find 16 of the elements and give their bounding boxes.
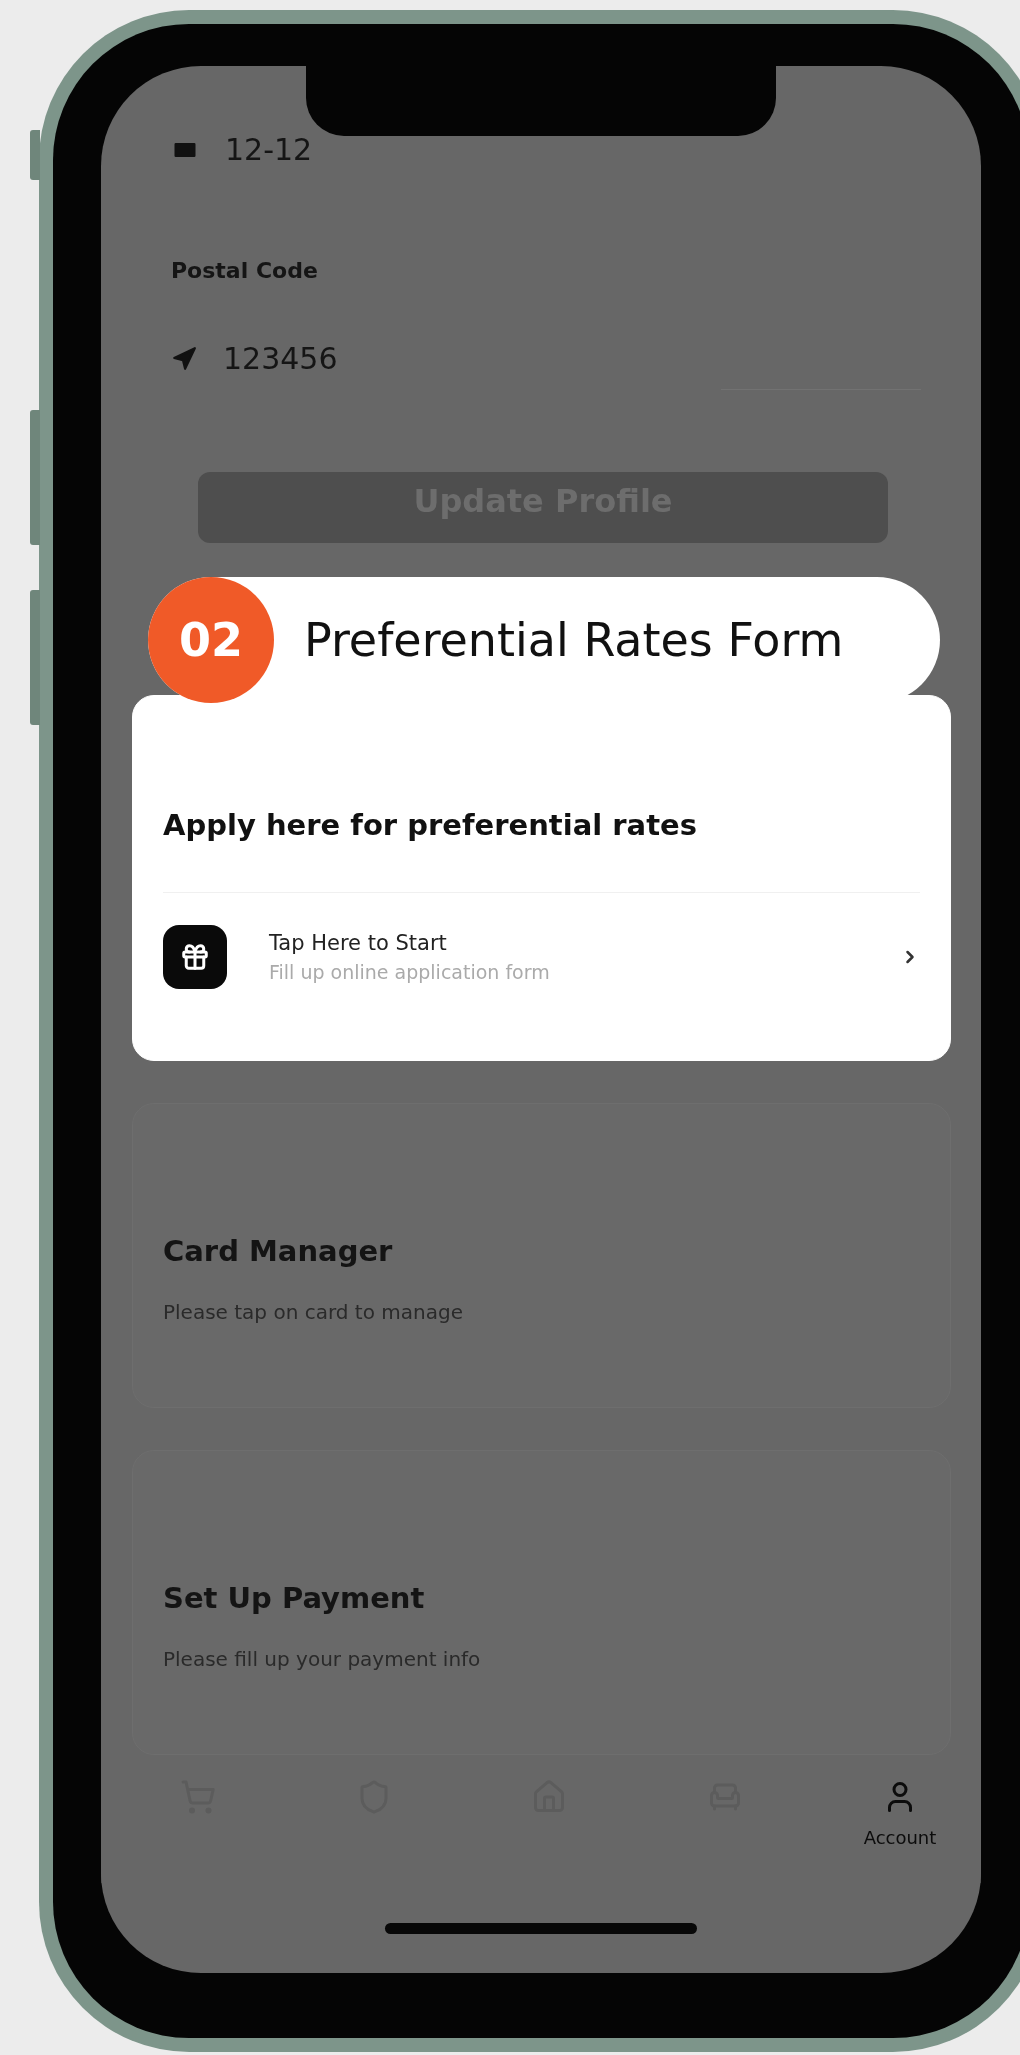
start-application-row[interactable]: Tap Here to Start Fill up online application form (163, 913, 920, 1001)
card-subtitle: Please fill up your payment info (162, 1647, 481, 1671)
gift-icon (163, 925, 227, 989)
card-title: Card Manager (162, 1234, 393, 1268)
navigation-arrow-icon (171, 345, 197, 372)
step-number: 02 (148, 577, 274, 703)
unit-number-value: 12-12 (225, 132, 313, 168)
field-label: Postal Code (171, 257, 319, 283)
card-title: Set Up Payment (162, 1581, 425, 1615)
row-subtitle: Fill up online application form (269, 961, 551, 983)
nav-tab[interactable]: Account (845, 1779, 955, 1848)
row-title: Tap Here to Start (269, 931, 448, 955)
card-subtitle: Please tap on card to manage (162, 1300, 463, 1324)
callout-title: Preferential Rates Form (304, 613, 844, 667)
card-title: Apply here for preferential rates (162, 808, 697, 842)
postal-code-value: 123456 (223, 341, 338, 377)
